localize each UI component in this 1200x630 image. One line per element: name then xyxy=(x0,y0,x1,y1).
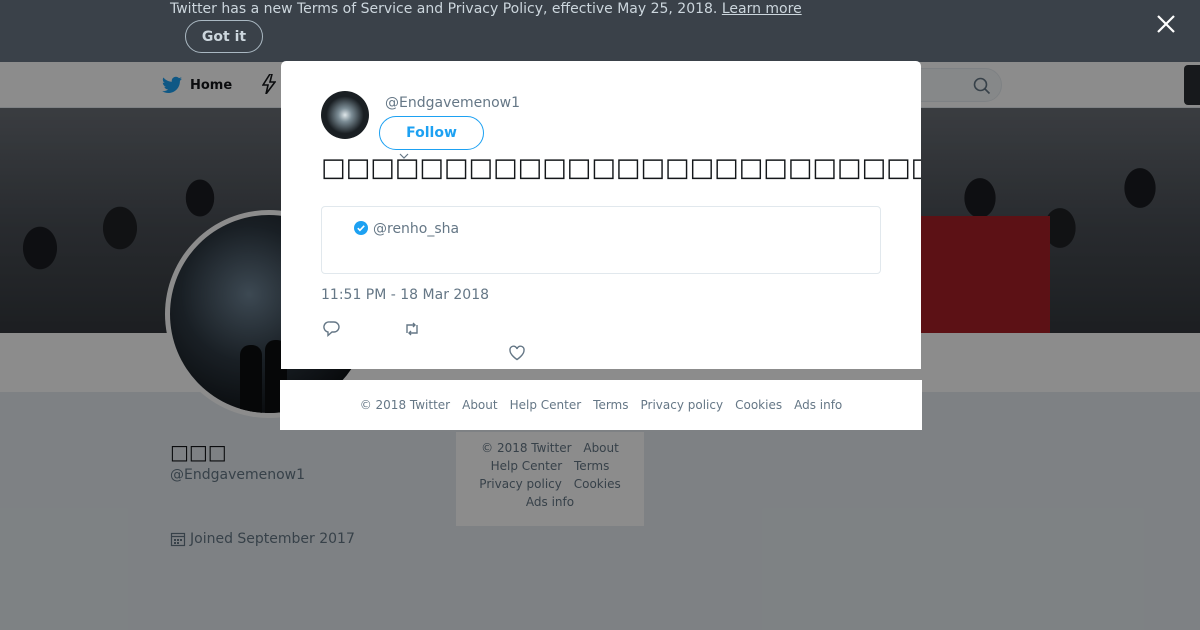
tweet-author-avatar[interactable] xyxy=(321,91,369,139)
reply-icon[interactable] xyxy=(323,320,341,338)
verified-badge-icon xyxy=(354,221,368,235)
footer-link-about[interactable]: About xyxy=(462,398,497,412)
cookie-message: Twitter has a new Terms of Service and P… xyxy=(170,1,718,17)
footer-copyright: © 2018 Twitter xyxy=(359,398,451,412)
cookie-banner: Twitter has a new Terms of Service and P… xyxy=(0,0,1200,62)
retweet-icon[interactable] xyxy=(403,320,421,338)
like-icon[interactable] xyxy=(508,344,526,362)
footer-link-cookies[interactable]: Cookies xyxy=(735,398,782,412)
tweet-author-handle[interactable]: @Endgavemenow1 xyxy=(385,95,520,111)
quoted-tweet-handle[interactable]: @renho_sha xyxy=(373,221,459,237)
tweet-timestamp[interactable]: 11:51 PM - 18 Mar 2018 xyxy=(321,287,489,303)
footer-link-terms[interactable]: Terms xyxy=(593,398,628,412)
footer-link-ads-info[interactable]: Ads info xyxy=(794,398,842,412)
close-icon[interactable] xyxy=(1154,12,1178,36)
footer-link-privacy[interactable]: Privacy policy xyxy=(641,398,724,412)
tweet-text: □□□□□□□□□□□□□□□□□□□□□□□□□□□□□□□□□□□□□□□□… xyxy=(321,153,921,183)
footer-link-help-center[interactable]: Help Center xyxy=(510,398,582,412)
learn-more-link[interactable]: Learn more xyxy=(722,1,802,17)
follow-button[interactable]: Follow xyxy=(379,116,484,150)
quoted-tweet[interactable]: @renho_sha xyxy=(321,206,881,274)
cookie-banner-text: Twitter has a new Terms of Service and P… xyxy=(170,1,802,17)
got-it-button[interactable]: Got it xyxy=(185,20,263,53)
tweet-dialog: @Endgavemenow1 Follow □□□□□□□□□□□□□□□□□□… xyxy=(281,61,921,369)
dialog-footer: © 2018 Twitter About Help Center Terms P… xyxy=(280,380,922,430)
